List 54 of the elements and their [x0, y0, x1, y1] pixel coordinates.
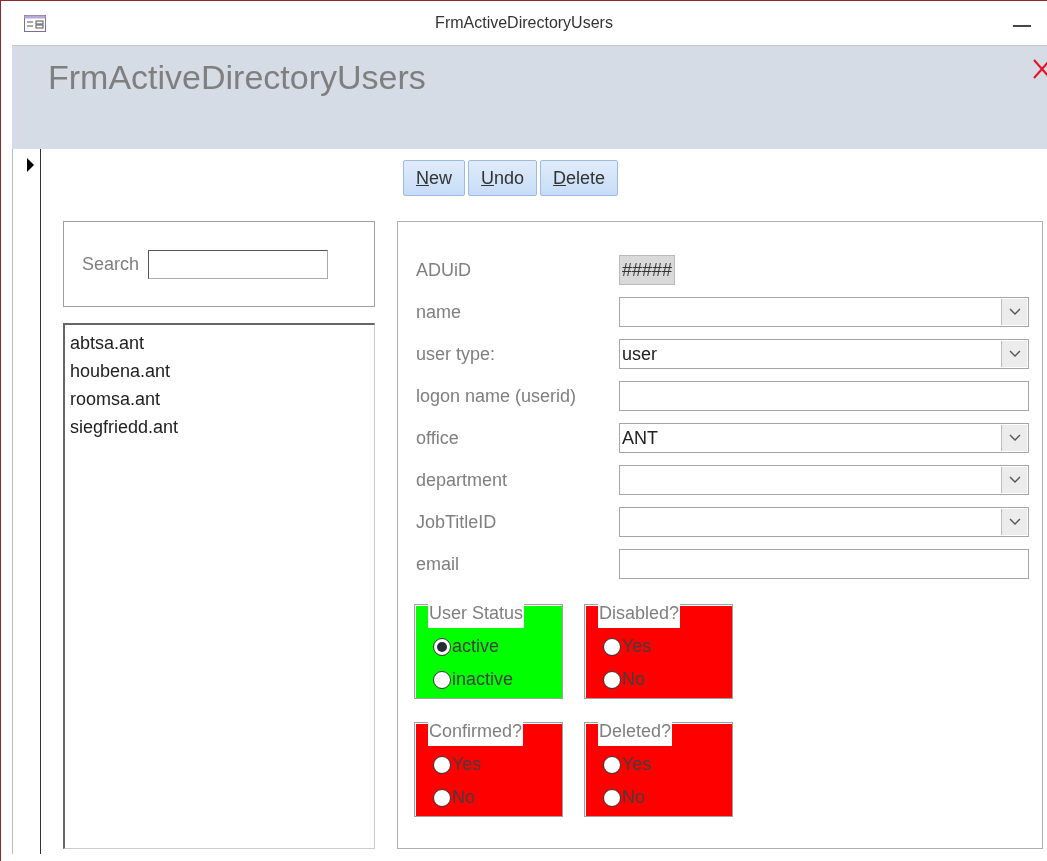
- option-label: inactive: [452, 669, 514, 690]
- field-label: logon name (userid): [416, 385, 578, 407]
- field-label: user type:: [416, 343, 497, 365]
- current-record-icon: [27, 158, 34, 172]
- field-label: ADUiD: [416, 259, 472, 281]
- list-item[interactable]: houbena.ant: [70, 357, 369, 385]
- option-label: active: [452, 636, 500, 657]
- form-icon: [24, 14, 46, 32]
- form-title: FrmActiveDirectoryUsers: [48, 58, 426, 97]
- radio-button[interactable]: [433, 788, 451, 807]
- list-item[interactable]: abtsa.ant: [70, 329, 369, 357]
- radio-button[interactable]: [433, 670, 451, 689]
- text-field[interactable]: [619, 549, 1029, 579]
- combo-box[interactable]: ANT: [619, 423, 1029, 453]
- option-label: Yes: [452, 754, 482, 775]
- radio-button[interactable]: [603, 637, 621, 656]
- chevron-down-icon: [1008, 350, 1021, 358]
- field-label: office: [416, 427, 460, 449]
- chevron-down-icon: [1008, 434, 1021, 442]
- close-icon[interactable]: [1031, 58, 1047, 80]
- chevron-down-icon: [1008, 518, 1021, 526]
- group-title: User Status: [428, 603, 525, 628]
- window-title: FrmActiveDirectoryUsers: [435, 14, 613, 32]
- radio-button[interactable]: [433, 637, 451, 656]
- minimize-icon[interactable]: [1013, 25, 1031, 28]
- field-label: department: [416, 469, 509, 491]
- text-field[interactable]: [619, 381, 1029, 411]
- field-label: email: [416, 553, 460, 575]
- list-item[interactable]: roomsa.ant: [70, 385, 369, 413]
- field-label: JobTitleID: [416, 511, 498, 533]
- option-label: Yes: [622, 636, 652, 657]
- option-label: No: [622, 669, 645, 690]
- combo-box[interactable]: user: [619, 339, 1029, 369]
- option-label: No: [622, 787, 645, 808]
- toolbar-button[interactable]: Undo: [468, 160, 538, 196]
- search-label: Search: [82, 253, 140, 275]
- list-item[interactable]: siegfriedd.ant: [70, 413, 369, 441]
- group-title: Confirmed?: [428, 721, 524, 746]
- chevron-down-icon: [1008, 308, 1021, 316]
- option-label: Yes: [622, 754, 652, 775]
- group-title: Deleted?: [598, 721, 673, 746]
- radio-button[interactable]: [433, 755, 451, 774]
- group-title: Disabled?: [598, 603, 681, 628]
- option-label: No: [452, 787, 475, 808]
- field-label: name: [416, 301, 463, 323]
- search-field[interactable]: [148, 249, 329, 279]
- radio-button[interactable]: [603, 788, 621, 807]
- toolbar-button[interactable]: Delete: [540, 160, 619, 196]
- id-value: #####: [619, 255, 676, 285]
- radio-button[interactable]: [603, 755, 621, 774]
- record-selector[interactable]: [12, 149, 41, 854]
- toolbar-button[interactable]: New: [403, 160, 465, 196]
- radio-button[interactable]: [603, 670, 621, 689]
- chevron-down-icon: [1008, 476, 1021, 484]
